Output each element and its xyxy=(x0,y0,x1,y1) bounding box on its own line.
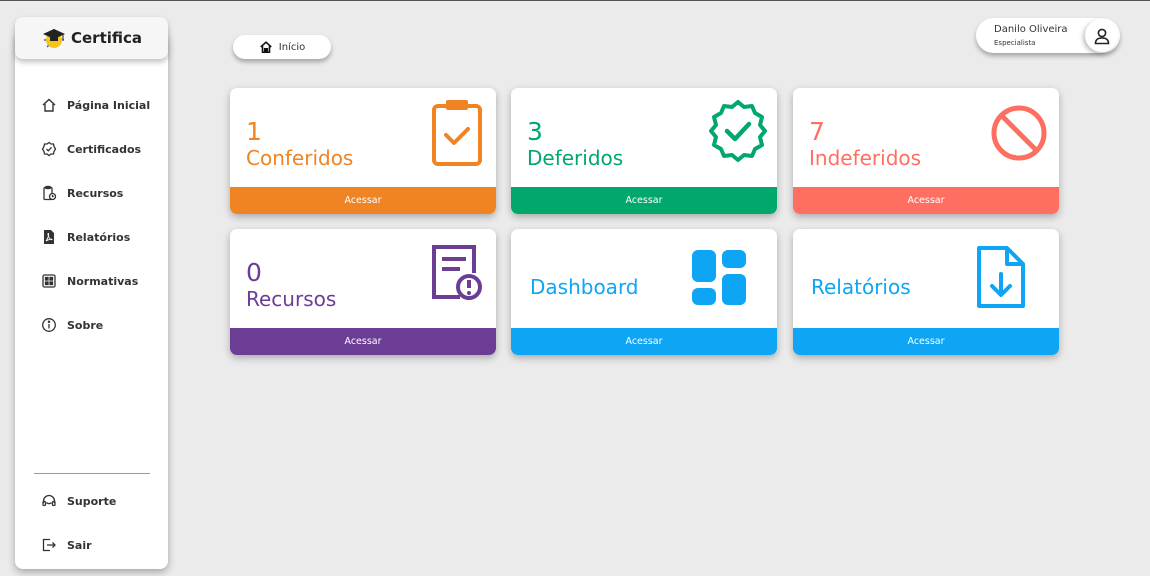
user-role: Especialista xyxy=(994,39,1036,47)
sidebar-item-pagina-inicial[interactable]: Página Inicial xyxy=(41,94,150,116)
sidebar: Página Inicial Certificados Recursos Rel… xyxy=(15,31,168,569)
acessar-button[interactable]: Acessar xyxy=(511,187,777,214)
graduation-cap-logo-icon xyxy=(42,29,65,48)
card-label: Indeferidos xyxy=(809,146,922,170)
app-logo[interactable]: Certifica xyxy=(15,17,168,59)
card-value: 1 xyxy=(246,117,262,146)
sidebar-item-normativas[interactable]: Normativas xyxy=(41,270,138,292)
badge-check-icon xyxy=(709,100,767,162)
card-conferidos: 1 Conferidos Acessar xyxy=(230,88,496,214)
avatar[interactable] xyxy=(1085,19,1118,52)
card-recursos: 0 Recursos Acessar xyxy=(230,229,496,355)
card-relatorios[interactable]: Relatórios Acessar xyxy=(793,229,1059,355)
card-label: Relatórios xyxy=(811,275,911,299)
acessar-button[interactable]: Acessar xyxy=(793,328,1059,355)
card-value: 7 xyxy=(809,117,825,146)
breadcrumb-label: Início xyxy=(278,41,306,53)
prohibited-icon xyxy=(991,105,1047,161)
card-label: Recursos xyxy=(246,287,337,311)
logo-text: Certifica xyxy=(70,29,143,47)
pdf-file-icon xyxy=(44,230,54,244)
acessar-button[interactable]: Acessar xyxy=(230,328,496,355)
clipboard-check-icon xyxy=(432,100,482,166)
acessar-button[interactable]: Acessar xyxy=(230,187,496,214)
home-icon xyxy=(42,98,56,112)
card-label: Conferidos xyxy=(246,146,354,170)
badge-check-icon xyxy=(41,141,57,157)
card-dashboard[interactable]: Dashboard Acessar xyxy=(511,229,777,355)
sidebar-item-label: Sobre xyxy=(67,318,104,332)
logout-icon xyxy=(42,538,56,552)
card-value: 3 xyxy=(527,117,543,146)
user-name: Danilo Oliveira xyxy=(994,24,1068,35)
sidebar-item-label: Sair xyxy=(67,538,92,552)
acessar-button[interactable]: Acessar xyxy=(511,328,777,355)
user-menu[interactable]: Danilo Oliveira Especialista xyxy=(976,18,1120,53)
sidebar-item-label: Normativas xyxy=(67,274,139,288)
sidebar-item-recursos[interactable]: Recursos xyxy=(41,182,123,204)
card-indeferidos: 7 Indeferidos Acessar xyxy=(793,88,1059,214)
clipboard-clock-icon xyxy=(43,185,57,201)
sidebar-item-label: Relatórios xyxy=(67,230,131,244)
document-alert-icon xyxy=(432,245,482,300)
card-label: Deferidos xyxy=(527,146,624,170)
card-label: Dashboard xyxy=(530,275,639,299)
sidebar-item-sobre[interactable]: Sobre xyxy=(41,314,103,336)
sidebar-item-label: Certificados xyxy=(67,142,142,156)
sidebar-item-suporte[interactable]: Suporte xyxy=(41,490,116,512)
card-deferidos: 3 Deferidos Acessar xyxy=(511,88,777,214)
sidebar-item-sair[interactable]: Sair xyxy=(41,534,92,556)
headset-icon xyxy=(42,494,56,507)
user-icon xyxy=(1094,28,1109,44)
sidebar-divider xyxy=(34,473,150,474)
sidebar-item-relatorios[interactable]: Relatórios xyxy=(41,226,130,248)
sidebar-item-certificados[interactable]: Certificados xyxy=(41,138,141,160)
sidebar-item-label: Página Inicial xyxy=(67,98,151,112)
info-icon xyxy=(42,318,56,332)
dashboard-icon xyxy=(692,250,746,305)
breadcrumb-home[interactable]: Início xyxy=(233,35,331,59)
acessar-button[interactable]: Acessar xyxy=(793,187,1059,214)
home-icon xyxy=(259,41,272,54)
grid-icon xyxy=(42,274,56,288)
file-download-icon xyxy=(977,246,1025,308)
sidebar-item-label: Recursos xyxy=(67,186,124,200)
card-value: 0 xyxy=(246,258,262,287)
sidebar-item-label: Suporte xyxy=(67,494,117,508)
